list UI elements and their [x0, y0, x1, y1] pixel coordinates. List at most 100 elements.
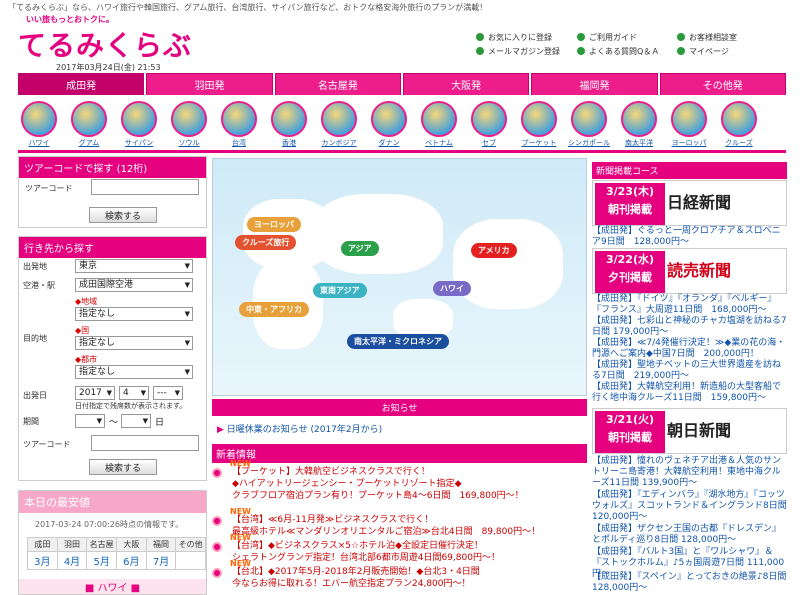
map-europe[interactable]: ヨーロッパ	[247, 217, 301, 232]
dest-vietnam[interactable]: ベトナム	[418, 101, 460, 148]
course-link[interactable]: 【成田発】七彩山と神秘のチャカ塩湖を訪ねる7日間 179,000円〜	[592, 316, 787, 338]
month-tab-empty	[175, 551, 206, 570]
period-to-select[interactable]	[121, 414, 151, 428]
month-tab[interactable]: 3月	[27, 551, 58, 570]
tab-haneda[interactable]: 羽田発	[146, 73, 273, 95]
newspaper-courses: 新聞掲載コース 3/23(木) 朝刊掲載 日経新聞 【成田発】ぐるっと一周クロアチ…	[592, 162, 787, 595]
dest-hongkong[interactable]: 香港	[268, 101, 310, 148]
departure-select[interactable]: 東京	[75, 259, 193, 273]
news-line: 今ならお得に取れる！エバー航空指定プラン24,800円〜！	[232, 579, 471, 589]
month-tab[interactable]: 5月	[86, 551, 118, 570]
origin-tab[interactable]: 福岡	[145, 537, 177, 552]
dest-cambodia[interactable]: カンボジア	[318, 101, 360, 148]
course-link[interactable]: 【成田発】大韓航空利用！新造船の大型客船で行く地中海クルーズ11日間 159,8…	[592, 382, 787, 404]
dest-phuket[interactable]: プーケット	[518, 101, 560, 148]
panel-heading: 行き先から探す	[19, 237, 206, 258]
panel-heading: 新着情報	[212, 444, 587, 463]
news-item[interactable]: NEW 【台湾】◆ビジネスクラス×5☆ホテル泊◆全設定日催行決定！ シェラトング…	[212, 533, 587, 566]
newspaper-banner-yomiuri[interactable]: 3/22(水) 夕刊掲載 読売新聞	[592, 248, 787, 294]
dest-europe[interactable]: ヨーロッパ	[668, 101, 710, 148]
field-label: 空港・駅	[23, 281, 55, 290]
dest-cebu[interactable]: セブ	[468, 101, 510, 148]
tab-nagoya[interactable]: 名古屋発	[274, 73, 401, 95]
mypage-link[interactable]: マイページ	[677, 46, 729, 57]
period-from-select[interactable]	[75, 414, 105, 428]
newspaper-name: 朝日新聞	[667, 421, 732, 440]
dest-danang[interactable]: ダナン	[368, 101, 410, 148]
notice-link[interactable]: ▶ 日曜休業のお知らせ (2017年2月から)	[212, 422, 587, 435]
newspaper-banner-asahi[interactable]: 3/21(火) 朝刊掲載 朝日新聞	[592, 408, 787, 454]
tourcode-search-button[interactable]: 検索する	[89, 207, 157, 223]
newspaper-banner-nikkei[interactable]: 3/23(木) 朝刊掲載 日経新聞	[592, 180, 787, 226]
arrow-icon	[476, 47, 484, 55]
month-tab[interactable]: 7月	[145, 551, 177, 570]
tourcode-input[interactable]	[91, 179, 199, 195]
site-logo[interactable]: いい旅もっとおトクに。 てるみくらぶ	[18, 14, 208, 64]
map-southeast-asia[interactable]: 東南アジア	[313, 283, 367, 298]
map-middle-east-africa[interactable]: 中東・アフリカ	[239, 302, 309, 317]
favorite-link[interactable]: お気に入りに登録	[476, 32, 552, 43]
faq-link[interactable]: よくある質問Q＆Ａ	[577, 46, 659, 57]
destination-photo-icon	[421, 101, 457, 137]
map-cruise[interactable]: クルーズ旅行	[235, 235, 297, 250]
tab-fukuoka[interactable]: 福岡発	[531, 73, 658, 95]
course-link[interactable]: 【成田発】『ドイツ』『オランダ』『ベルギー』『フランス』大周遊11日間 168,…	[592, 294, 787, 316]
course-link[interactable]: 【成田発】ザクセン王国の古都『ドレスデン』とポルディ巡り8日間 128,000円…	[592, 524, 787, 546]
origin-tab[interactable]: 大阪	[116, 537, 147, 552]
dest-singapore[interactable]: シンガポール	[568, 101, 610, 148]
banner-date: 3/21(火) 朝刊掲載	[595, 411, 665, 453]
news-item[interactable]: NEW 【台湾】≪6月-11月発≫ビジネスクラスで行く！ 最高級ホテル≪マンダリ…	[212, 507, 587, 540]
city-select[interactable]: 指定なし	[75, 365, 193, 379]
guide-link[interactable]: ご利用ガイド	[577, 32, 637, 43]
dest-saipan[interactable]: サイパン	[118, 101, 160, 148]
dest-label: カンボジア	[321, 139, 357, 147]
dest-taiwan[interactable]: 台湾	[218, 101, 260, 148]
area-note: ◆地域	[75, 297, 98, 306]
dest-south-pacific[interactable]: 南太平洋	[618, 101, 660, 148]
dest-seoul[interactable]: ソウル	[168, 101, 210, 148]
dest-search-button[interactable]: 検索する	[89, 459, 157, 475]
month-tab[interactable]: 6月	[116, 551, 147, 570]
course-link[interactable]: 【成田発】憧れのヴェネチア出港＆人気のサントリーニ島寄港！大韓航空利用！東地中海…	[592, 456, 787, 489]
course-link[interactable]: 【成田発】聖地チベットの三大世界遺産を訪ねる7日間 219,000円〜	[592, 360, 787, 382]
dest-guam[interactable]: グアム	[68, 101, 110, 148]
destination-photo-icon	[121, 101, 157, 137]
origin-tab[interactable]: 名古屋	[86, 537, 118, 552]
country-select[interactable]: 指定なし	[75, 336, 193, 350]
pin-icon	[212, 516, 222, 526]
city-note: ◆都市	[75, 355, 98, 364]
course-link[interactable]: 【成田発】ぐるっと一周クロアチア＆スロベニア9日間 128,000円〜	[592, 226, 787, 248]
map-south-pacific[interactable]: 南太平洋・ミクロネシア	[347, 334, 449, 349]
dest-hawaii[interactable]: ハワイ	[18, 101, 60, 148]
course-link[interactable]: 【成田発】≪7/4発催行決定！≫◆業の花の海・門源へご案内◆中国7日間 200,…	[592, 338, 787, 360]
news-item[interactable]: NEW 【プーケット】大韓航空ビジネスクラスで行く！ ◆ハイアットリージェンシー…	[212, 459, 587, 506]
year-select[interactable]: 2017	[75, 386, 115, 400]
day-select[interactable]: ---	[153, 386, 183, 400]
tab-osaka[interactable]: 大阪発	[402, 73, 530, 95]
dest-label: ソウル	[178, 139, 200, 147]
map-asia[interactable]: アジア	[341, 241, 379, 256]
airport-select[interactable]: 成田国際空港	[75, 278, 193, 292]
news-line: 【プーケット】大韓航空ビジネスクラスで行く！	[232, 467, 430, 477]
origin-tab[interactable]: 羽田	[56, 537, 88, 552]
dest-cruise[interactable]: クルーズ	[718, 101, 760, 148]
map-hawaii[interactable]: ハワイ	[433, 281, 471, 296]
news-line: クラブフロア宿泊プラン有り！プーケット島4〜6日間 169,800円〜！	[232, 491, 524, 501]
field-label: ツアーコード	[23, 440, 71, 449]
origin-tab[interactable]: 成田	[27, 537, 58, 552]
origin-tab[interactable]: その他	[175, 537, 206, 552]
tab-other[interactable]: その他発	[659, 73, 786, 95]
destination-photo-icon	[621, 101, 657, 137]
month-select[interactable]: 4	[119, 386, 149, 400]
course-link[interactable]: 【成田発】『エディンバラ』『湖水地方』『コッツウォルズ』スコットランド＆イングラ…	[592, 490, 787, 523]
news-item[interactable]: NEW 【台北】◆2017年5月-2018年2月販売開始！◆台北3・4日間 今な…	[212, 559, 587, 592]
dest-label: クルーズ	[725, 139, 753, 147]
month-tab[interactable]: 4月	[56, 551, 88, 570]
course-link[interactable]: 【成田発】『スペイン』とっておきの絶景♪8日間 128,000円〜	[592, 572, 787, 594]
map-america[interactable]: アメリカ	[471, 243, 517, 258]
area-select[interactable]: 指定なし	[75, 307, 193, 321]
dest-tourcode-input[interactable]	[91, 435, 199, 451]
tab-narita[interactable]: 成田発	[18, 73, 145, 95]
newsletter-link[interactable]: メールマガジン登録	[476, 46, 560, 57]
support-link[interactable]: お客様相談室	[677, 32, 737, 43]
